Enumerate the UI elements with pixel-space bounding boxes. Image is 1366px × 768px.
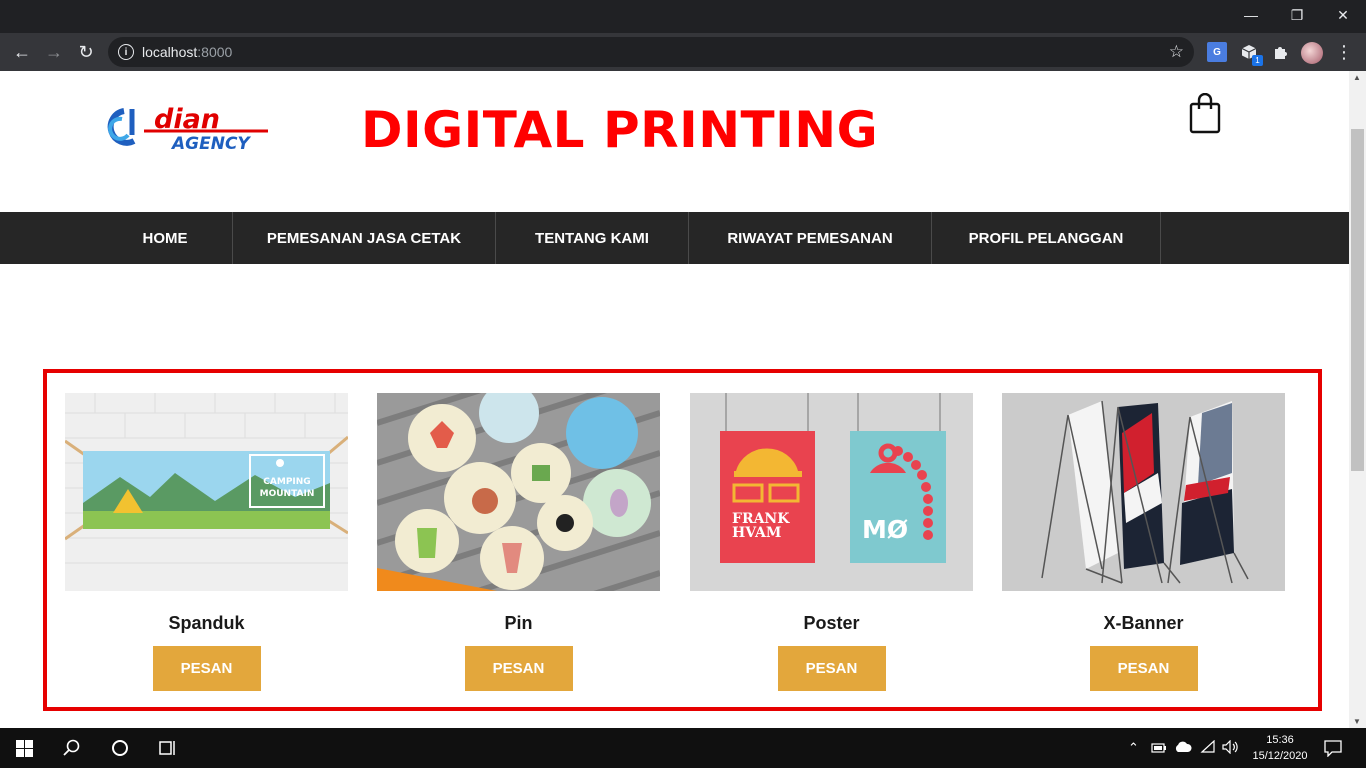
reload-button[interactable]: ↻	[75, 41, 97, 63]
product-name-poster: Poster	[803, 613, 860, 633]
show-hidden-icons-icon[interactable]: ⌃	[1128, 740, 1139, 756]
cube-extension-icon[interactable]: 1	[1239, 42, 1263, 66]
logo-text-agency: AGENCY	[170, 134, 251, 153]
product-grid: CAMPING MOUNTAIN Spanduk PESAN Pin PESAN…	[43, 330, 1322, 711]
poster-text-hvam: HVAM	[732, 525, 781, 541]
url-port: :8000	[197, 44, 233, 60]
spanduk-image: CAMPING MOUNTAIN	[64, 393, 349, 591]
site-info-icon[interactable]: i	[118, 44, 134, 60]
scroll-down-arrow-icon[interactable]: ▼	[1353, 717, 1361, 726]
url-text[interactable]: localhost:8000	[142, 44, 232, 60]
window-controls: — ❐ ✕	[1228, 0, 1366, 30]
pesan-button-spanduk[interactable]: PESAN	[152, 646, 261, 691]
puzzle-extensions-icon[interactable]	[1270, 42, 1290, 62]
banner-text-mountain: MOUNTAIN	[260, 489, 315, 499]
nav-pemesanan-jasa-cetak[interactable]: PEMESANAN JASA CETAK	[233, 212, 496, 264]
poster-image: FRANK HVAM MØ	[690, 393, 973, 591]
poster-text-mo: MØ	[862, 515, 908, 544]
chrome-menu-icon[interactable]: ⋮	[1334, 42, 1354, 62]
browser-toolbar: ← → ↻ i localhost:8000 ☆ G 1 ⋮	[0, 33, 1366, 71]
product-name-spanduk: Spanduk	[168, 613, 245, 633]
clock-date: 15/12/2020	[1252, 750, 1308, 762]
browser-titlebar: — ❐ ✕	[0, 0, 1366, 33]
windows-taskbar: ⌃ 15:36 15/12/2020	[0, 728, 1366, 768]
product-name-x-banner: X-Banner	[1103, 613, 1184, 633]
restore-button[interactable]: ❐	[1274, 0, 1320, 30]
task-view-icon[interactable]	[159, 739, 177, 757]
shopping-bag-icon[interactable]	[1188, 93, 1222, 135]
minimize-button[interactable]: —	[1228, 0, 1274, 30]
product-card-spanduk: CAMPING MOUNTAIN Spanduk PESAN	[64, 393, 349, 691]
search-icon[interactable]	[63, 739, 81, 757]
battery-icon[interactable]	[1151, 741, 1167, 754]
wifi-icon[interactable]	[1200, 740, 1216, 754]
url-host: localhost	[142, 44, 198, 60]
banner-text-camping: CAMPING	[263, 477, 310, 487]
product-name-pin: Pin	[504, 613, 533, 633]
page-scrollbar[interactable]: ▲ ▼	[1349, 71, 1366, 728]
product-card-x-banner: X-Banner PESAN	[1002, 393, 1285, 691]
taskbar-clock[interactable]: 15:36 15/12/2020	[1248, 732, 1312, 764]
forward-button[interactable]: →	[43, 41, 65, 63]
volume-icon[interactable]	[1222, 740, 1240, 754]
page-title: DIGITAL PRINTING	[361, 101, 879, 159]
pesan-button-poster[interactable]: PESAN	[777, 646, 886, 691]
windows-start-icon[interactable]	[16, 740, 33, 757]
scroll-thumb[interactable]	[1351, 129, 1364, 471]
puzzle-icon	[1275, 47, 1287, 59]
logo-text-dian: dian	[154, 104, 220, 135]
clock-time: 15:36	[1266, 734, 1294, 746]
product-card-pin: Pin PESAN	[376, 330, 661, 691]
cortana-icon[interactable]	[111, 739, 129, 757]
nav-home[interactable]: HOME	[98, 212, 233, 264]
pesan-button-pin[interactable]: PESAN	[464, 646, 573, 691]
nav-profil-pelanggan[interactable]: PROFIL PELANGGAN	[932, 212, 1161, 264]
close-button[interactable]: ✕	[1320, 0, 1366, 30]
profile-avatar[interactable]	[1301, 42, 1323, 64]
scroll-up-arrow-icon[interactable]: ▲	[1353, 73, 1361, 82]
bookmark-star-icon[interactable]: ☆	[1169, 42, 1184, 62]
x-banner-image	[1002, 393, 1285, 591]
notifications-icon[interactable]	[1324, 739, 1342, 757]
pesan-button-x-banner[interactable]: PESAN	[1089, 646, 1198, 691]
nav-tentang-kami[interactable]: TENTANG KAMI	[496, 212, 689, 264]
extension-badge: 1	[1252, 55, 1263, 66]
back-button[interactable]: ←	[11, 41, 33, 63]
dian-agency-logo[interactable]: dian AGENCY	[104, 101, 268, 153]
translate-extension-icon[interactable]: G	[1207, 42, 1227, 62]
page-viewport: dian AGENCY DIGITAL PRINTING HOME PEMESA…	[0, 71, 1349, 728]
pin-image	[376, 330, 661, 666]
nav-riwayat-pemesanan[interactable]: RIWAYAT PEMESANAN	[689, 212, 932, 264]
onedrive-cloud-icon[interactable]	[1174, 741, 1192, 753]
address-bar[interactable]: i localhost:8000 ☆	[108, 37, 1194, 67]
main-navigation: HOME PEMESANAN JASA CETAK TENTANG KAMI R…	[0, 212, 1349, 264]
product-card-poster: FRANK HVAM MØ Poster PESAN	[690, 393, 973, 691]
